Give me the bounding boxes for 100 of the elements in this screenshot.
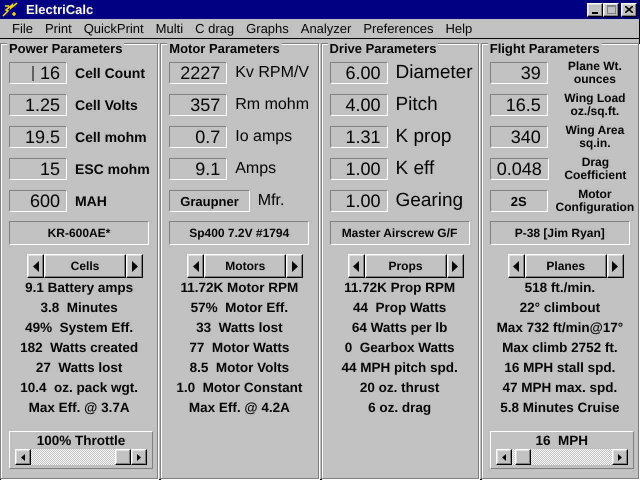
field-label: Mfr. — [258, 192, 284, 210]
slider-label: 16 MPH — [535, 432, 588, 449]
next-button[interactable] — [606, 254, 624, 278]
browse-button[interactable]: Motors — [204, 254, 286, 278]
slider-thumb[interactable] — [115, 449, 131, 465]
slider[interactable] — [496, 449, 628, 465]
close-button[interactable] — [621, 2, 637, 16]
field-label: Cell Count — [75, 65, 145, 81]
maximize-button[interactable] — [603, 2, 619, 16]
menu-item[interactable]: File — [6, 21, 39, 36]
text-field[interactable]: 2S — [490, 190, 548, 212]
number-field[interactable]: 4.00 — [330, 94, 388, 116]
minimize-button[interactable] — [587, 2, 603, 16]
result-text: 77 Motor Watts — [189, 339, 290, 357]
number-field[interactable]: 1.00 — [330, 190, 388, 212]
result-text: 0 Gearbox Watts — [344, 339, 455, 357]
number-field[interactable]: 340 — [490, 126, 548, 148]
next-button[interactable] — [446, 254, 464, 278]
slider-thumb[interactable] — [515, 449, 532, 465]
browse-button[interactable]: Props — [364, 254, 446, 278]
selection-display: Master Airscrew G/F — [330, 221, 470, 245]
number-field[interactable]: 1.25 — [9, 94, 67, 116]
field-label: Pitch — [396, 94, 438, 116]
result-text: Max Eff. @ 3.7A — [28, 399, 130, 417]
menu-item[interactable]: Graphs — [240, 21, 295, 36]
result-text: Max 732 ft/min@17° — [496, 319, 624, 337]
menu-item[interactable]: Preferences — [357, 21, 440, 36]
arrow-icon — [137, 454, 141, 460]
number-field[interactable]: 2227 — [169, 62, 228, 84]
number-field[interactable]: 1.31 — [330, 126, 388, 148]
number-field[interactable]: 15 — [9, 158, 67, 180]
number-field[interactable]: 39 — [490, 62, 548, 84]
browse-button[interactable]: Cells — [44, 254, 126, 278]
minimize-icon — [592, 12, 598, 14]
menu-item[interactable]: Help — [439, 21, 478, 36]
field-label: Wing Area sq.in. — [564, 124, 626, 150]
arrow-icon — [21, 454, 25, 460]
field-label: Amps — [235, 160, 276, 178]
next-button[interactable] — [286, 254, 304, 278]
group-title: Flight Parameters — [488, 42, 602, 56]
result-text: 1.0 Motor Constant — [176, 379, 302, 397]
result-text: 64 Watts per lb — [352, 319, 448, 337]
number-field[interactable]: 357 — [169, 94, 228, 116]
app-icon — [2, 2, 18, 18]
scroll-left-button[interactable] — [496, 449, 512, 465]
result-text: 49% System Eff. — [25, 319, 134, 337]
field-label: Io amps — [235, 128, 292, 146]
field-label: MAH — [75, 193, 107, 209]
number-field[interactable]: 600 — [9, 190, 67, 212]
previous-button[interactable] — [187, 254, 204, 278]
result-text: 5.8 Minutes Cruise — [500, 399, 620, 417]
selection-display: KR-600AE* — [9, 221, 149, 245]
field-label: ESC mohm — [75, 161, 150, 177]
menu-item[interactable]: QuickPrint — [78, 21, 150, 36]
field-label: Diameter — [396, 62, 473, 84]
result-text: 182 Watts created — [20, 339, 138, 357]
field-label: Wing Load oz./sq.ft. — [563, 92, 626, 118]
previous-button[interactable] — [508, 254, 525, 278]
result-text: 47 MPH max. spd. — [502, 379, 618, 397]
result-text: 44 MPH pitch spd. — [341, 359, 458, 377]
result-text: 16 MPH stall spd. — [504, 359, 616, 377]
previous-button[interactable] — [348, 254, 364, 278]
result-text: 10.4 oz. pack wgt. — [20, 379, 138, 397]
number-field[interactable]: 19.5 — [9, 126, 67, 148]
number-field[interactable]: 16 — [9, 62, 67, 84]
menu-item[interactable]: Print — [38, 21, 78, 36]
field-label: Motor Configuration — [554, 188, 636, 214]
selection-display: P-38 [Jim Ryan] — [490, 221, 630, 245]
number-field[interactable]: 0.048 — [490, 158, 549, 180]
result-text: 33 Watts lost — [196, 319, 283, 337]
browse-button[interactable]: Planes — [524, 254, 607, 278]
window-title: ElectriCalc — [26, 2, 94, 17]
number-field[interactable]: 0.7 — [169, 126, 228, 148]
arrow-icon — [513, 260, 520, 272]
previous-button[interactable] — [27, 254, 44, 278]
text-field[interactable]: Graupner — [169, 190, 250, 212]
next-button[interactable] — [126, 254, 143, 278]
scroll-right-button[interactable] — [612, 449, 628, 465]
scroll-left-button[interactable] — [15, 449, 31, 465]
scroll-right-button[interactable] — [131, 449, 147, 465]
result-text: 8.5 Motor Volts — [190, 359, 290, 377]
arrow-icon — [353, 260, 359, 272]
result-text: 6 oz. drag — [368, 399, 432, 417]
menu-item[interactable]: C drag — [189, 21, 240, 36]
close-icon — [625, 6, 633, 13]
number-field[interactable]: 16.5 — [490, 94, 548, 116]
arrow-icon — [192, 260, 199, 272]
field-label: Rm mohm — [235, 96, 310, 114]
arrow-icon — [502, 454, 506, 460]
result-text: 20 oz. thrust — [360, 379, 440, 397]
result-text: 44 Prop Watts — [352, 299, 446, 317]
menu-item[interactable]: Multi — [150, 21, 190, 36]
number-field[interactable]: 1.00 — [330, 158, 388, 180]
slider[interactable] — [15, 449, 147, 465]
group-title: Motor Parameters — [167, 42, 282, 56]
arrow-icon — [292, 260, 298, 272]
number-field[interactable]: 6.00 — [330, 62, 388, 84]
group-title: Power Parameters — [7, 42, 124, 56]
number-field[interactable]: 9.1 — [169, 158, 228, 180]
menu-item[interactable]: Analyzer — [294, 21, 358, 36]
